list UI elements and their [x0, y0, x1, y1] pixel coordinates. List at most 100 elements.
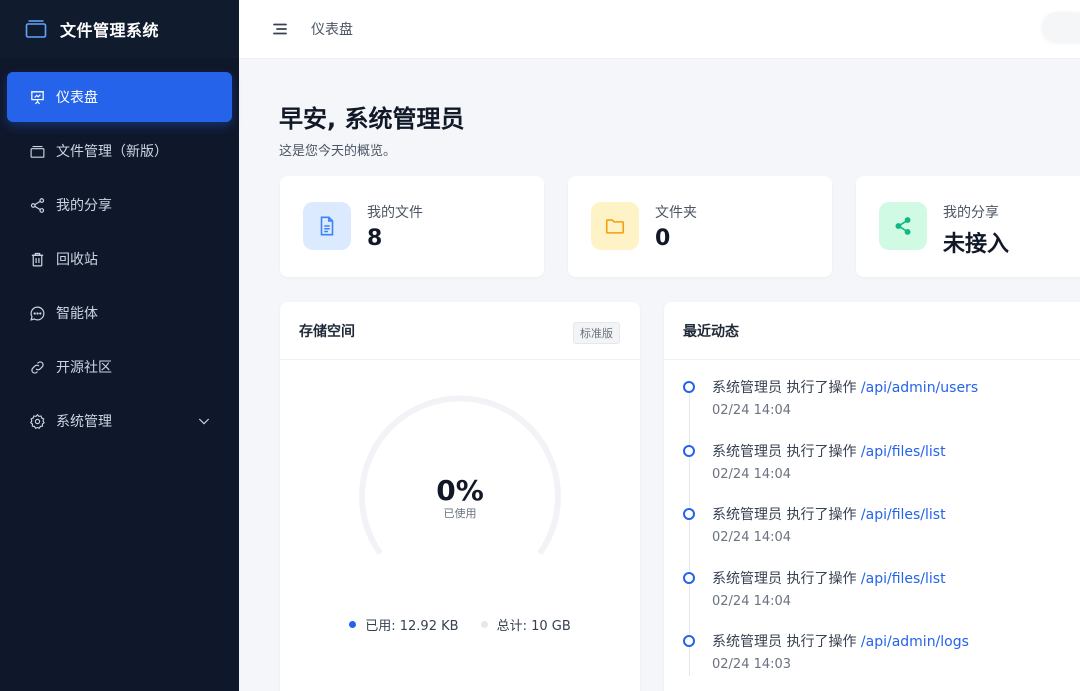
top-header: 仪表盘: [239, 0, 1080, 59]
activity-path[interactable]: /api/admin/users: [861, 380, 978, 396]
trash-icon: [31, 252, 44, 266]
stat-label: 我的文件: [367, 205, 423, 221]
brand-title: 文件管理系统: [60, 21, 160, 40]
stat-value: 0: [655, 226, 671, 251]
panel-title: 存储空间: [299, 323, 355, 340]
storage-percent: 0%: [436, 474, 484, 507]
archive-icon: [25, 20, 47, 38]
legend-total: 总计: 10 GB: [480, 615, 571, 634]
presentation-icon: [31, 90, 44, 104]
activity-item: 系统管理员 执行了操作 /api/files/list 02/24 14:04: [664, 571, 1080, 622]
activity-time: 02/24 14:04: [712, 467, 792, 482]
total-label: 总计: 10 GB: [496, 619, 571, 634]
activity-text: 系统管理员 执行了操作 /api/admin/users: [712, 377, 978, 397]
activity-text: 系统管理员 执行了操作 /api/files/list: [712, 441, 946, 461]
activity-user: 系统管理员: [712, 571, 782, 587]
stat-label: 我的分享: [943, 205, 999, 221]
sidebar: 文件管理系统 仪表盘 文件管理（新版） 我的分享 回收站 智能体 开源社区 系统…: [0, 0, 239, 691]
sidebar-item-label: 开源社区: [56, 360, 112, 376]
user-menu[interactable]: [1042, 12, 1080, 42]
panel-title: 最近动态: [683, 323, 739, 340]
activity-text: 系统管理员 执行了操作 /api/admin/logs: [712, 631, 969, 651]
activity-item: 系统管理员 执行了操作 /api/admin/users 02/24 14:04: [664, 380, 1080, 431]
total-dot: [480, 621, 488, 628]
folder-icon: [30, 145, 45, 158]
stat-card-files[interactable]: 我的文件 8: [280, 176, 544, 277]
sidebar-item-label: 仪表盘: [56, 90, 98, 106]
activity-action: 执行了操作: [786, 444, 857, 460]
plan-badge: 标准版: [573, 322, 620, 344]
activity-user: 系统管理员: [712, 444, 782, 460]
page-title: 早安, 系统管理员: [279, 105, 465, 133]
sidebar-item-system-admin[interactable]: 系统管理: [7, 396, 232, 446]
activity-text: 系统管理员 执行了操作 /api/files/list: [712, 504, 946, 524]
storage-panel: 存储空间 标准版 0% 已使用 已用: 12.92 KB 总计: 10 GB: [280, 302, 640, 691]
stat-icon-wrap: [591, 202, 639, 250]
stat-label: 文件夹: [655, 205, 697, 221]
sidebar-item-label: 文件管理（新版）: [56, 144, 168, 160]
used-label: 已用: 12.92 KB: [365, 619, 459, 634]
activity-time: 02/24 14:04: [712, 403, 792, 418]
link-icon: [31, 360, 44, 374]
page-subtitle: 这是您今天的概览。: [279, 144, 397, 159]
sidebar-item-files[interactable]: 文件管理（新版）: [7, 126, 232, 176]
activity-action: 执行了操作: [786, 571, 857, 587]
timeline-dot: [683, 445, 695, 457]
activity-user: 系统管理员: [712, 634, 782, 650]
activity-item: 系统管理员 执行了操作 /api/files/list 02/24 14:04: [664, 444, 1080, 495]
sidebar-item-label: 回收站: [56, 252, 98, 268]
activity-panel: 最近动态 系统管理员 执行了操作 /api/admin/users 02/24 …: [664, 302, 1080, 691]
activity-text: 系统管理员 执行了操作 /api/files/list: [712, 568, 946, 588]
share-icon: [30, 197, 45, 213]
activity-time: 02/24 14:03: [712, 657, 792, 672]
storage-panel-header: 存储空间 标准版: [280, 302, 640, 360]
timeline-dot: [683, 381, 695, 393]
storage-caption: 已使用: [443, 507, 477, 520]
main-content: 早安, 系统管理员 这是您今天的概览。 我的文件 8 文件夹 0 我的分享 未接…: [239, 59, 1080, 691]
sidebar-item-agent[interactable]: 智能体: [7, 288, 232, 338]
stat-icon-wrap: [303, 202, 351, 250]
folder-icon: [605, 219, 625, 234]
activity-path[interactable]: /api/files/list: [861, 571, 946, 587]
sidebar-item-shares[interactable]: 我的分享: [7, 180, 232, 230]
document-icon: [320, 216, 334, 236]
used-dot: [349, 621, 357, 628]
activity-path[interactable]: /api/admin/logs: [861, 634, 969, 650]
activity-item: 系统管理员 执行了操作 /api/files/list 02/24 14:04: [664, 507, 1080, 558]
sidebar-nav: 仪表盘 文件管理（新版） 我的分享 回收站 智能体 开源社区 系统管理: [0, 58, 239, 446]
stat-value: 未接入: [943, 232, 1010, 257]
activity-time: 02/24 14:04: [712, 594, 792, 609]
sidebar-item-recycle-bin[interactable]: 回收站: [7, 234, 232, 284]
stat-icon-wrap: [879, 202, 927, 250]
activity-action: 执行了操作: [786, 634, 857, 650]
brand[interactable]: 文件管理系统: [0, 0, 239, 58]
gear-icon: [30, 413, 45, 429]
timeline-dot: [683, 635, 695, 647]
activity-time: 02/24 14:04: [712, 530, 792, 545]
chevron-down-icon[interactable]: [196, 413, 212, 429]
activity-item: 系统管理员 执行了操作 /api/admin/logs 02/24 14:03: [664, 634, 1080, 685]
sidebar-item-label: 我的分享: [56, 198, 112, 214]
stat-value: 8: [367, 226, 383, 251]
timeline-dot: [683, 508, 695, 520]
activity-user: 系统管理员: [712, 380, 782, 396]
activity-user: 系统管理员: [712, 507, 782, 523]
sidebar-item-label: 系统管理: [56, 414, 112, 430]
legend-used: 已用: 12.92 KB: [349, 615, 459, 634]
chat-icon: [30, 306, 45, 321]
activity-path[interactable]: /api/files/list: [861, 507, 946, 523]
sidebar-item-dashboard[interactable]: 仪表盘: [7, 72, 232, 122]
storage-legend: 已用: 12.92 KB 总计: 10 GB: [280, 615, 640, 634]
sidebar-item-label: 智能体: [56, 306, 98, 322]
timeline-dot: [683, 572, 695, 584]
menu-toggle-icon[interactable]: [271, 20, 289, 38]
stat-card-folders[interactable]: 文件夹 0: [568, 176, 832, 277]
activity-action: 执行了操作: [786, 380, 857, 396]
activity-action: 执行了操作: [786, 507, 857, 523]
sidebar-item-community[interactable]: 开源社区: [7, 342, 232, 392]
breadcrumb[interactable]: 仪表盘: [311, 19, 353, 39]
share-icon: [895, 217, 911, 235]
stat-card-shares[interactable]: 我的分享 未接入: [856, 176, 1080, 277]
activity-path[interactable]: /api/files/list: [861, 444, 946, 460]
activity-panel-header: 最近动态: [664, 302, 1080, 360]
